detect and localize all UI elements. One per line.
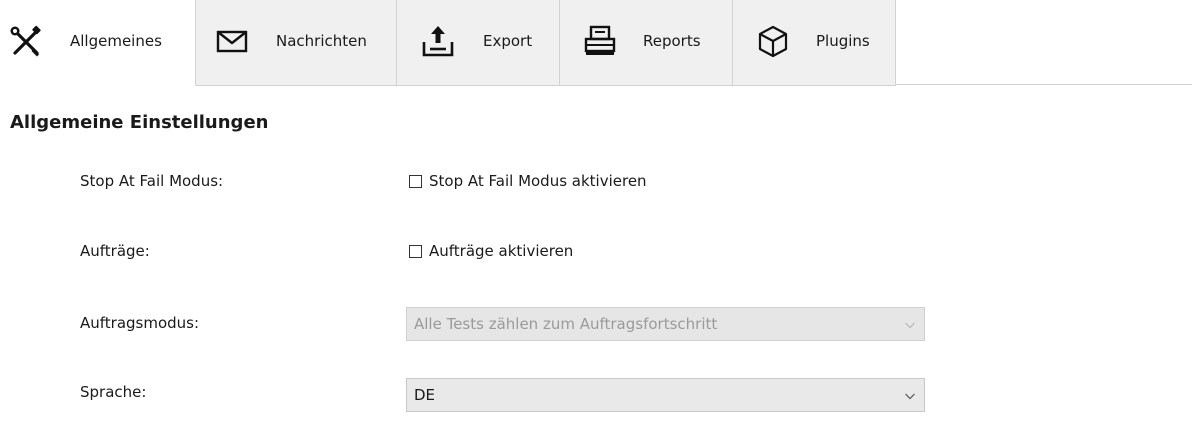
- tab-label: Plugins: [816, 32, 870, 50]
- tab-bar: Allgemeines Nachrichten Export Reports P…: [0, 0, 1192, 86]
- chevron-down-icon: [904, 319, 916, 331]
- tab-label: Allgemeines: [70, 32, 162, 50]
- tab-label: Nachrichten: [276, 32, 367, 50]
- auftragsmodus-select: Alle Tests zählen zum Auftragsfortschrit…: [406, 307, 925, 341]
- stop-at-fail-checkbox[interactable]: Stop At Fail Modus aktivieren: [409, 172, 647, 190]
- section-title: Allgemeine Einstellungen: [10, 112, 269, 133]
- chevron-down-icon[interactable]: [904, 390, 916, 402]
- auftragsmodus-value: Alle Tests zählen zum Auftragsfortschrit…: [414, 315, 718, 333]
- checkbox-box[interactable]: [409, 244, 422, 258]
- stop-at-fail-label: Stop At Fail Modus:: [80, 172, 224, 190]
- tools-icon: [8, 23, 44, 59]
- auftraege-checkbox[interactable]: Aufträge aktivieren: [409, 242, 573, 260]
- auftraege-label: Aufträge:: [80, 242, 150, 260]
- printer-icon: [582, 23, 618, 59]
- tab-allgemeines[interactable]: Allgemeines: [0, 0, 196, 86]
- auftraege-checkbox-label[interactable]: Aufträge aktivieren: [429, 242, 573, 260]
- tab-nachrichten[interactable]: Nachrichten: [196, 0, 397, 86]
- tab-export[interactable]: Export: [397, 0, 560, 86]
- cube-icon: [755, 23, 791, 59]
- upload-tray-icon: [420, 23, 456, 59]
- tab-reports[interactable]: Reports: [560, 0, 733, 86]
- tab-label: Reports: [643, 32, 701, 50]
- tab-label: Export: [483, 32, 533, 50]
- tab-plugins[interactable]: Plugins: [733, 0, 896, 86]
- auftragsmodus-label: Auftragsmodus:: [80, 314, 200, 332]
- stop-at-fail-checkbox-label[interactable]: Stop At Fail Modus aktivieren: [429, 172, 647, 190]
- sprache-value: DE: [414, 386, 436, 404]
- sprache-select[interactable]: DE: [406, 378, 925, 412]
- sprache-label: Sprache:: [80, 383, 147, 401]
- checkbox-box[interactable]: [409, 174, 422, 188]
- envelope-icon: [214, 23, 250, 59]
